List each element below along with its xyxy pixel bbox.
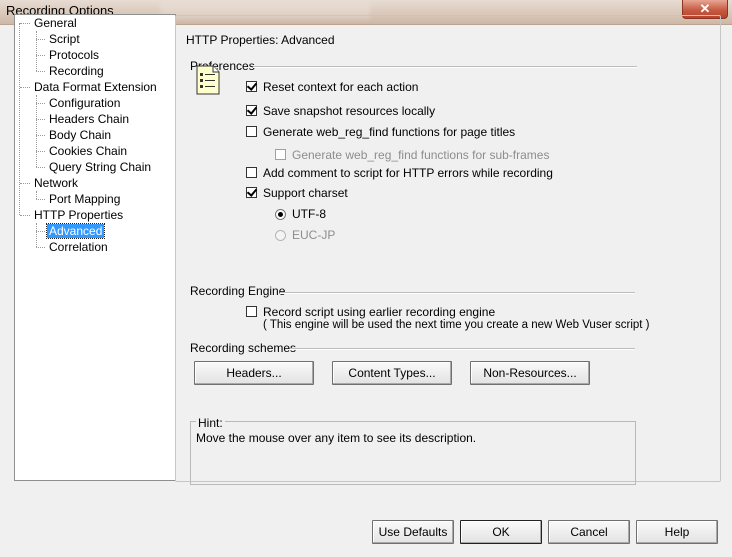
pref-checkbox-2[interactable] bbox=[246, 126, 257, 137]
tree-connector bbox=[36, 55, 45, 56]
tree-connector bbox=[36, 247, 45, 248]
pref-label-1[interactable]: Save snapshot resources locally bbox=[263, 104, 435, 118]
hint-text: Move the mouse over any item to see its … bbox=[196, 431, 477, 445]
tree-connector bbox=[36, 135, 45, 136]
schemes-heading: Recording schemes bbox=[190, 341, 297, 355]
tree-item-recording[interactable]: Recording bbox=[47, 63, 106, 79]
charset-radio-1[interactable] bbox=[275, 230, 286, 241]
content-types-button[interactable]: Content Types... bbox=[332, 361, 452, 385]
tree-item-label: Headers Chain bbox=[49, 112, 130, 126]
tree-item-label: Cookies Chain bbox=[49, 144, 128, 158]
charset-label-0[interactable]: UTF-8 bbox=[292, 207, 326, 221]
tree-item-http-properties[interactable]: HTTP Properties bbox=[32, 207, 125, 223]
tree-item-label: Protocols bbox=[49, 48, 100, 62]
tree-connector bbox=[36, 167, 45, 168]
pref-label-5[interactable]: Support charset bbox=[263, 186, 348, 200]
tree-connector bbox=[36, 39, 45, 40]
tree-connector bbox=[20, 23, 30, 24]
tree-item-headers-chain[interactable]: Headers Chain bbox=[47, 111, 131, 127]
earlier-engine-label[interactable]: Record script using earlier recording en… bbox=[263, 305, 495, 319]
tree-connector bbox=[36, 199, 45, 200]
tree-item-correlation[interactable]: Correlation bbox=[47, 239, 110, 255]
tree-item-label: Advanced bbox=[45, 223, 106, 239]
pref-label-3[interactable]: Generate web_reg_find functions for sub-… bbox=[292, 148, 549, 162]
tree-connector bbox=[20, 87, 30, 88]
tree-item-port-mapping[interactable]: Port Mapping bbox=[47, 191, 122, 207]
tree-item-body-chain[interactable]: Body Chain bbox=[47, 127, 113, 143]
tree-connector bbox=[36, 231, 45, 232]
tree-item-label: General bbox=[34, 16, 77, 30]
tree-branch-line bbox=[36, 95, 37, 167]
cancel-button[interactable]: Cancel bbox=[548, 520, 630, 544]
panel-title: HTTP Properties: Advanced bbox=[184, 33, 337, 47]
pref-checkbox-5[interactable] bbox=[246, 187, 257, 198]
charset-radio-0[interactable] bbox=[275, 209, 286, 220]
document-icon bbox=[196, 65, 220, 95]
pref-label-2[interactable]: Generate web_reg_find functions for page… bbox=[263, 125, 515, 139]
tree-item-protocols[interactable]: Protocols bbox=[47, 47, 101, 63]
help-button[interactable]: Help bbox=[636, 520, 718, 544]
ok-button[interactable]: OK bbox=[460, 520, 542, 544]
tree-branch-line bbox=[36, 191, 37, 199]
engine-separator bbox=[280, 292, 635, 294]
tree-connector bbox=[20, 215, 30, 216]
tree-connector bbox=[36, 103, 45, 104]
tree-trunk-line bbox=[19, 23, 20, 215]
options-tree[interactable]: General Script Protocols Recording Data Form… bbox=[14, 14, 176, 481]
tree-item-label: Port Mapping bbox=[49, 192, 121, 206]
tree-item-label: HTTP Properties bbox=[34, 208, 124, 222]
tree-branch-line bbox=[36, 31, 37, 71]
tree-item-label: Body Chain bbox=[49, 128, 112, 142]
tree-item-data-format-extension[interactable]: Data Format Extension bbox=[32, 79, 159, 95]
tree-connector bbox=[36, 119, 45, 120]
tree-item-configuration[interactable]: Configuration bbox=[47, 95, 122, 111]
headers-button[interactable]: Headers... bbox=[194, 361, 314, 385]
schemes-separator bbox=[290, 348, 635, 350]
pref-checkbox-0[interactable] bbox=[246, 81, 257, 92]
pref-label-0[interactable]: Reset context for each action bbox=[263, 80, 418, 94]
tree-item-label: Correlation bbox=[49, 240, 108, 254]
pref-checkbox-1[interactable] bbox=[246, 105, 257, 116]
tree-item-network[interactable]: Network bbox=[32, 175, 80, 191]
tree-item-cookies-chain[interactable]: Cookies Chain bbox=[47, 143, 129, 159]
tree-connector bbox=[36, 151, 45, 152]
preferences-separator bbox=[253, 66, 637, 68]
tree-item-label: Script bbox=[49, 32, 80, 46]
non-resources-button[interactable]: Non-Resources... bbox=[470, 361, 590, 385]
tree-item-query-string-chain[interactable]: Query String Chain bbox=[47, 159, 153, 175]
charset-label-1[interactable]: EUC-JP bbox=[292, 228, 335, 242]
engine-heading: Recording Engine bbox=[190, 284, 286, 298]
tree-item-label: Network bbox=[34, 176, 79, 190]
pref-checkbox-4[interactable] bbox=[246, 167, 257, 178]
use-defaults-button[interactable]: Use Defaults bbox=[372, 520, 454, 544]
tree-item-label: Configuration bbox=[49, 96, 121, 110]
tree-item-advanced[interactable]: Advanced bbox=[45, 223, 106, 239]
tree-item-script[interactable]: Script bbox=[47, 31, 82, 47]
hint-label: Hint: bbox=[196, 416, 225, 430]
engine-note: ( This engine will be used the next time… bbox=[263, 319, 650, 331]
earlier-engine-checkbox[interactable] bbox=[246, 306, 257, 317]
tree-connector bbox=[20, 183, 30, 184]
tree-item-general[interactable]: General bbox=[32, 15, 79, 31]
tree-branch-line bbox=[36, 223, 37, 247]
tree-item-label: Recording bbox=[49, 64, 104, 78]
pref-checkbox-3[interactable] bbox=[275, 149, 286, 160]
tree-item-label: Query String Chain bbox=[49, 160, 152, 174]
pref-label-4[interactable]: Add comment to script for HTTP errors wh… bbox=[263, 166, 553, 180]
tree-connector bbox=[36, 71, 45, 72]
tree-item-label: Data Format Extension bbox=[34, 80, 157, 94]
